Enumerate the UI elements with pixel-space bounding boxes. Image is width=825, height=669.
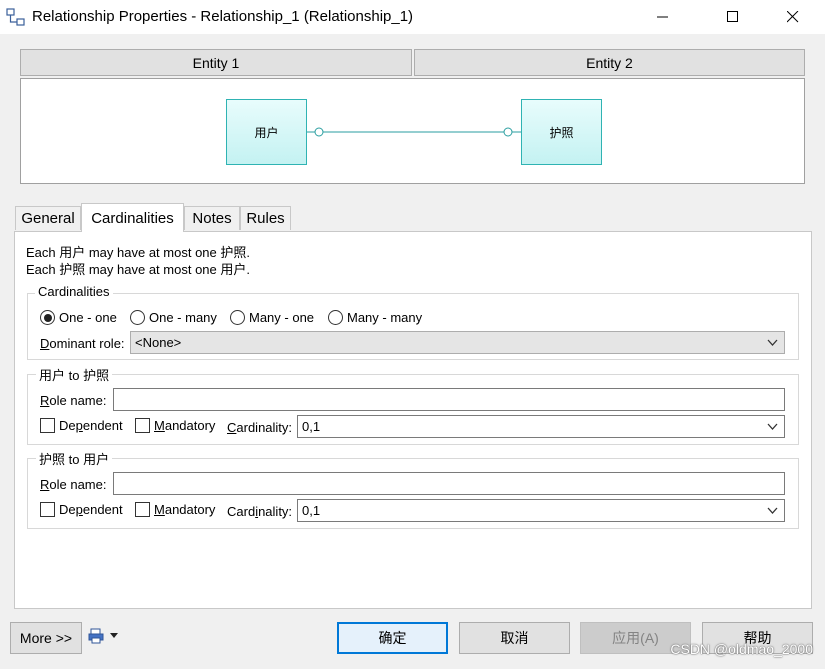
dominant-role-label: Dominant role: bbox=[40, 336, 125, 351]
entity1-name: 用户 bbox=[254, 125, 279, 140]
checkbox-indicator bbox=[135, 418, 150, 433]
checkbox-indicator bbox=[135, 502, 150, 517]
radio-many-many[interactable]: Many - many bbox=[328, 310, 422, 325]
entity2-header-button[interactable]: Entity 2 bbox=[414, 49, 805, 76]
entity2-name: 护照 bbox=[549, 125, 574, 140]
radio-one-many[interactable]: One - many bbox=[130, 310, 217, 325]
dominant-role-value: <None> bbox=[135, 335, 182, 350]
role2-cardinality-value: 0,1 bbox=[302, 503, 321, 518]
minimize-button[interactable] bbox=[640, 0, 686, 34]
role1-mandatory-checkbox[interactable]: Mandatory bbox=[135, 418, 215, 433]
description-line-2: Each 护照 may have at most one 用户. bbox=[26, 262, 250, 277]
chevron-down-icon bbox=[767, 507, 778, 514]
role1-role-name-input[interactable] bbox=[113, 388, 785, 411]
entity1-header-button[interactable]: Entity 1 bbox=[20, 49, 412, 76]
watermark-text: CSDN @oldmao_2000 bbox=[670, 641, 813, 657]
cardinalities-group-title: Cardinalities bbox=[35, 284, 113, 299]
role1-cardinality-select[interactable]: 0,1 bbox=[297, 415, 785, 438]
role1-group-title: 用户 to 护照 bbox=[36, 365, 113, 384]
entity2-box[interactable]: 护照 bbox=[521, 99, 602, 165]
relationship-line bbox=[307, 127, 521, 137]
role2-group-title: 护照 to 用户 bbox=[36, 449, 113, 468]
more-button[interactable]: More >> bbox=[10, 622, 82, 654]
role1-dependent-checkbox[interactable]: Dependent bbox=[40, 418, 123, 433]
dropdown-arrow-icon bbox=[110, 633, 118, 638]
radio-one-one[interactable]: One - one bbox=[40, 310, 117, 325]
role1-role-name-label: Role name: bbox=[40, 393, 107, 408]
checkbox-indicator bbox=[40, 418, 55, 433]
entity1-header-label: Entity 1 bbox=[192, 54, 240, 71]
print-icon bbox=[88, 628, 104, 644]
tab-rules[interactable]: Rules bbox=[240, 206, 291, 230]
window-title: Relationship Properties - Relationship_1… bbox=[32, 8, 414, 25]
entity1-box[interactable]: 用户 bbox=[226, 99, 307, 165]
chevron-down-icon bbox=[767, 423, 778, 430]
tab-general[interactable]: General bbox=[15, 206, 81, 230]
minimize-icon bbox=[657, 16, 668, 18]
relationship-icon bbox=[6, 8, 25, 26]
role1-cardinality-label: Cardinality: bbox=[227, 420, 293, 435]
cancel-button[interactable]: 取消 bbox=[459, 622, 570, 654]
chevron-down-icon bbox=[767, 339, 778, 346]
role2-mandatory-checkbox[interactable]: Mandatory bbox=[135, 502, 215, 517]
radio-indicator bbox=[230, 310, 245, 325]
tab-notes[interactable]: Notes bbox=[184, 206, 240, 230]
role2-cardinality-label: Cardinality: bbox=[227, 504, 293, 519]
maximize-button[interactable] bbox=[710, 0, 756, 34]
role2-cardinality-select[interactable]: 0,1 bbox=[297, 499, 785, 522]
role2-role-name-label: Role name: bbox=[40, 477, 107, 492]
radio-indicator bbox=[130, 310, 145, 325]
close-button[interactable] bbox=[770, 0, 816, 34]
tab-cardinalities[interactable]: Cardinalities bbox=[81, 203, 184, 232]
close-icon bbox=[787, 11, 799, 23]
checkbox-indicator bbox=[40, 502, 55, 517]
print-menu-button[interactable] bbox=[88, 628, 118, 644]
ok-button[interactable]: 确定 bbox=[337, 622, 448, 654]
role2-role-name-input[interactable] bbox=[113, 472, 785, 495]
radio-many-one[interactable]: Many - one bbox=[230, 310, 314, 325]
role2-dependent-checkbox[interactable]: Dependent bbox=[40, 502, 123, 517]
title-bar: Relationship Properties - Relationship_1… bbox=[0, 0, 825, 34]
radio-indicator bbox=[328, 310, 343, 325]
role1-cardinality-value: 0,1 bbox=[302, 419, 321, 434]
entity2-header-label: Entity 2 bbox=[586, 54, 633, 71]
maximize-icon bbox=[727, 11, 738, 22]
relationship-diagram: 用户 护照 bbox=[20, 78, 805, 184]
radio-indicator bbox=[40, 310, 55, 325]
dominant-role-select[interactable]: <None> bbox=[130, 331, 785, 354]
